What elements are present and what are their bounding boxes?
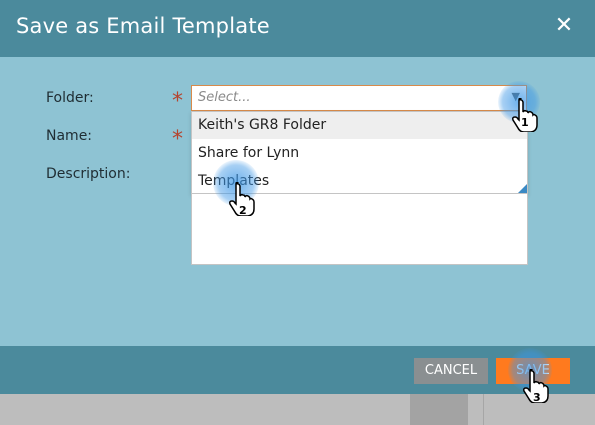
folder-required-marker: *: [172, 89, 183, 114]
name-label: Name:: [46, 128, 93, 144]
step-number-3: 3: [533, 391, 541, 404]
name-required-marker: *: [172, 127, 183, 152]
step-number-2: 2: [239, 204, 247, 217]
description-label: Description:: [46, 166, 131, 182]
background-strip: [0, 394, 595, 425]
folder-option-keiths-gr8-folder[interactable]: Keith's GR8 Folder: [192, 112, 527, 139]
folder-select[interactable]: Select... ▼: [191, 85, 527, 111]
close-icon[interactable]: ✕: [553, 15, 575, 37]
cancel-button[interactable]: CANCEL: [414, 358, 488, 384]
background-divider: [483, 394, 484, 425]
folder-select-placeholder: Select...: [198, 90, 251, 105]
resize-handle-icon[interactable]: [518, 184, 527, 193]
dialog-title: Save as Email Template: [16, 14, 270, 38]
dialog-footer: CANCEL SAVE: [0, 346, 595, 394]
background-block: [410, 394, 468, 425]
dialog-titlebar: Save as Email Template ✕: [0, 0, 595, 57]
folder-label: Folder:: [46, 90, 94, 106]
step-number-1: 1: [521, 116, 529, 129]
